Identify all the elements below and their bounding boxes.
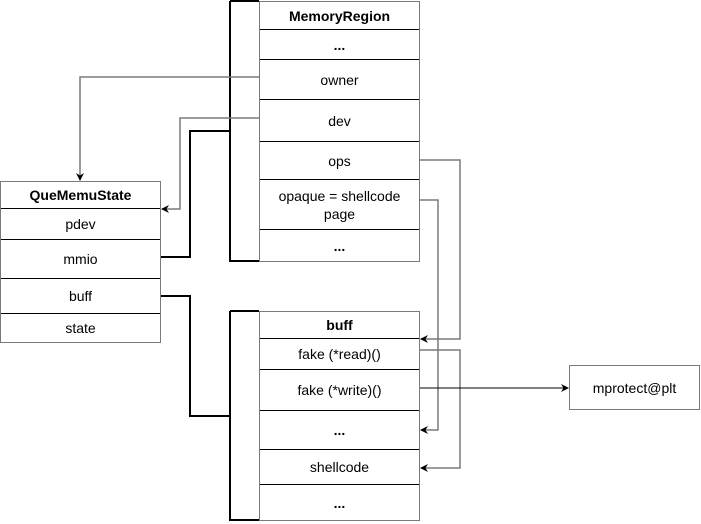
memoryregion-field: ... xyxy=(260,29,419,59)
memoryregion-table: MemoryRegion ... owner dev ops opaque = … xyxy=(259,1,420,262)
buff-field-fake-read: fake (*read)() xyxy=(260,338,419,369)
buff-field-fake-write: fake (*write)() xyxy=(260,369,419,410)
memoryregion-field-owner: owner xyxy=(260,59,419,99)
arrow-opaque-to-buff-ellipsis xyxy=(419,199,439,434)
quememustate-field-state: state xyxy=(1,313,160,342)
buff-table: buff fake (*read)() fake (*write)() ... … xyxy=(259,311,420,521)
arrow-owner-to-quememustate xyxy=(76,76,259,181)
bracket-mmio-to-memoryregion xyxy=(160,0,259,262)
buff-field-shellcode: shellcode xyxy=(260,449,419,484)
quememustate-field-mmio: mmio xyxy=(1,239,160,278)
mprotect-plt-label: mprotect@plt xyxy=(592,379,677,396)
memoryregion-field-opaque: opaque = shellcode page xyxy=(260,179,419,229)
buff-title: buff xyxy=(326,317,353,333)
bracket-buff-to-buffstruct xyxy=(160,295,259,521)
buff-field: ... xyxy=(260,484,419,520)
mprotect-plt-box: mprotect@plt xyxy=(569,365,700,410)
memoryregion-field-dev: dev xyxy=(260,99,419,141)
quememustate-title: QueMemuState xyxy=(29,187,132,203)
quememustate-table: QueMemuState pdev mmio buff state xyxy=(0,181,161,343)
memoryregion-field: ... xyxy=(260,229,419,261)
arrow-ops-to-fake-read xyxy=(419,159,461,343)
memoryregion-title: MemoryRegion xyxy=(288,7,391,24)
buff-field: ... xyxy=(260,410,419,449)
quememustate-field-pdev: pdev xyxy=(1,208,160,239)
arrow-fake-read-to-shellcode xyxy=(419,349,461,472)
memoryregion-field-ops: ops xyxy=(260,141,419,179)
quememustate-field-buff: buff xyxy=(1,278,160,313)
